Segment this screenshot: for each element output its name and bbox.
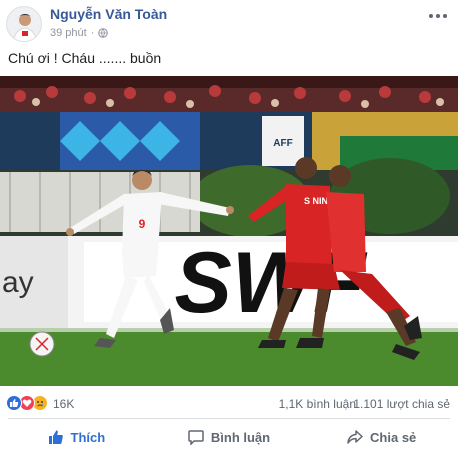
post-stats: 16K 1,1K bình luận 1.101 lượt chia sẻ bbox=[0, 392, 458, 414]
thumbs-up-icon bbox=[48, 430, 63, 444]
author-avatar[interactable] bbox=[6, 6, 42, 42]
author-name[interactable]: Nguyễn Văn Toàn bbox=[50, 6, 167, 22]
post-header: Nguyễn Văn Toàn 39 phút · bbox=[0, 0, 458, 48]
post-text: Chú ơi ! Cháu ....... buồn bbox=[8, 50, 162, 66]
board-left-text: ay bbox=[2, 266, 34, 299]
post-photo[interactable]: AFF ay SWF 9 S NIN bbox=[0, 76, 458, 386]
divider bbox=[8, 418, 450, 419]
white-jersey-number: 9 bbox=[139, 217, 146, 231]
share-icon bbox=[347, 430, 363, 444]
svg-text:AFF: AFF bbox=[273, 138, 292, 149]
comment-count[interactable]: 1,1K bình luận bbox=[279, 397, 356, 411]
like-button[interactable]: Thích bbox=[0, 422, 153, 452]
reaction-count[interactable]: 16K bbox=[53, 397, 74, 411]
post-time[interactable]: 39 phút bbox=[50, 27, 87, 39]
more-options-icon[interactable] bbox=[426, 8, 450, 24]
share-label: Chia sẻ bbox=[370, 429, 417, 445]
post-meta: 39 phút · bbox=[50, 27, 109, 39]
like-label: Thích bbox=[70, 429, 106, 445]
comment-button[interactable]: Bình luận bbox=[153, 422, 306, 452]
share-count[interactable]: 1.101 lượt chia sẻ bbox=[353, 397, 450, 411]
share-button[interactable]: Chia sẻ bbox=[305, 422, 458, 452]
post-actions: Thích Bình luận Chia sẻ bbox=[0, 422, 458, 452]
reaction-icons[interactable] bbox=[6, 395, 48, 411]
comment-label: Bình luận bbox=[210, 429, 271, 445]
globe-icon bbox=[98, 28, 109, 38]
like-icon bbox=[6, 395, 22, 411]
red-player-name: S NIN bbox=[304, 196, 328, 206]
comment-icon bbox=[188, 430, 204, 445]
